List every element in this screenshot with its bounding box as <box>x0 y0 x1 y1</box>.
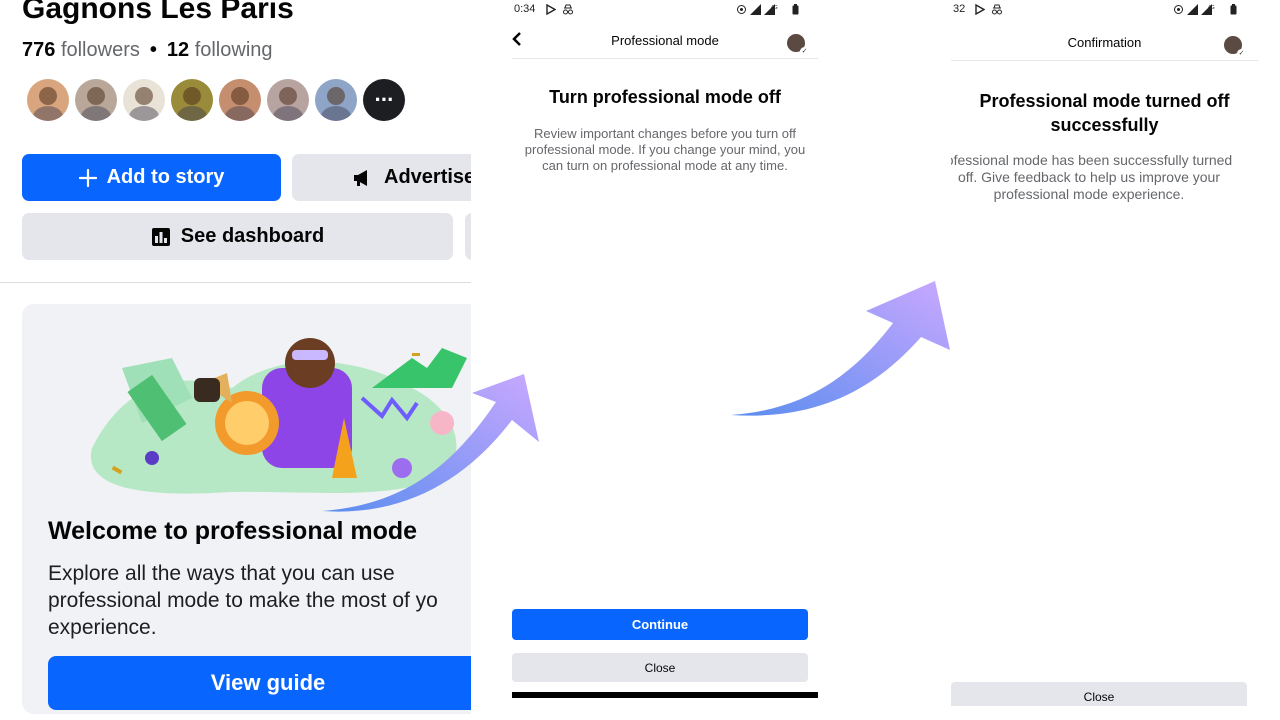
continue-button[interactable]: Continue <box>512 609 808 640</box>
signal-icon <box>750 4 761 18</box>
more-followers-button[interactable]: ··· <box>363 79 405 121</box>
plus-icon <box>78 168 97 187</box>
follower-avatar[interactable] <box>123 79 165 121</box>
battery-icon <box>792 4 799 18</box>
play-icon <box>975 3 986 18</box>
dashboard-icon <box>151 227 171 247</box>
status-bar: 32 4G <box>951 3 1258 17</box>
header-bar: Confirmation <box>951 28 1258 61</box>
section-divider <box>0 282 471 283</box>
follower-avatar[interactable] <box>267 79 309 121</box>
turn-off-description: Review important changes before you turn… <box>524 126 806 173</box>
header-bar: Professional mode <box>512 26 818 59</box>
play-icon <box>546 3 557 18</box>
page-name: Gagnons Les Paris <box>22 0 294 25</box>
advertise-label: Advertise <box>384 166 471 188</box>
welcome-card-title: Welcome to professional mode <box>48 517 418 545</box>
followers-count[interactable]: 776 <box>22 39 55 61</box>
success-description: ofessional mode has been successfully tu… <box>951 152 1233 202</box>
signal-4g-icon: 4G <box>1201 4 1215 18</box>
professional-mode-welcome-card: Welcome to professional mode Explore all… <box>22 304 471 714</box>
hotspot-icon <box>736 4 747 18</box>
incognito-icon <box>991 4 1003 18</box>
battery-icon <box>1230 4 1237 18</box>
megaphone-icon <box>352 168 374 188</box>
signal-icon <box>1187 4 1198 18</box>
following-label[interactable]: following <box>195 39 273 61</box>
hotspot-icon <box>1173 4 1184 18</box>
incognito-icon <box>562 4 574 18</box>
turn-off-screen: 0:34 4G Professional mode Turn professio… <box>512 0 818 700</box>
status-bar: 0:34 4G <box>512 3 818 17</box>
system-nav-bar <box>512 692 818 698</box>
follower-avatar[interactable] <box>171 79 213 121</box>
follower-avatar[interactable] <box>315 79 357 121</box>
signal-4g-icon: 4G <box>764 4 778 18</box>
svg-text:4G: 4G <box>771 5 778 11</box>
advertise-button[interactable]: Advertise <box>292 154 471 201</box>
profile-avatar[interactable] <box>1223 35 1246 58</box>
more-icon: ··· <box>374 87 395 112</box>
professional-mode-illustration <box>90 338 467 494</box>
status-time: 32 <box>953 3 966 15</box>
view-guide-button[interactable]: View guide <box>48 656 471 710</box>
separator-dot: • <box>149 39 157 61</box>
follower-avatar[interactable] <box>27 79 69 121</box>
follower-avatar[interactable] <box>219 79 261 121</box>
welcome-card-description: Explore all the ways that you can use pr… <box>48 562 438 639</box>
profile-panel: Gagnons Les Paris 776 followers • 12 follo… <box>0 0 471 720</box>
follower-avatars: ··· <box>27 79 405 121</box>
close-button[interactable]: Close <box>951 682 1247 706</box>
following-count[interactable]: 12 <box>167 39 189 61</box>
see-dashboard-label: See dashboard <box>180 225 325 247</box>
svg-text:4G: 4G <box>1208 5 1215 11</box>
followers-label[interactable]: followers <box>61 39 140 61</box>
turn-off-heading: Turn professional mode off <box>549 87 781 107</box>
follower-avatar[interactable] <box>75 79 117 121</box>
status-time: 0:34 <box>514 3 536 15</box>
profile-avatar[interactable] <box>786 33 809 56</box>
screen-title: Professional mode <box>611 33 719 48</box>
extra-action-button[interactable] <box>465 213 471 260</box>
confirmation-screen: 32 4G Confirmation Professional mode tur… <box>951 0 1258 706</box>
add-to-story-label: Add to story <box>106 166 225 188</box>
see-dashboard-button[interactable]: See dashboard <box>22 213 453 260</box>
close-button[interactable]: Close <box>512 653 808 682</box>
success-heading: Professional mode turned off successfull… <box>979 91 1230 135</box>
screen-title: Confirmation <box>1067 35 1142 50</box>
follow-stats: 776 followers • 12 following <box>22 39 273 62</box>
add-to-story-button[interactable]: Add to story <box>22 154 281 201</box>
